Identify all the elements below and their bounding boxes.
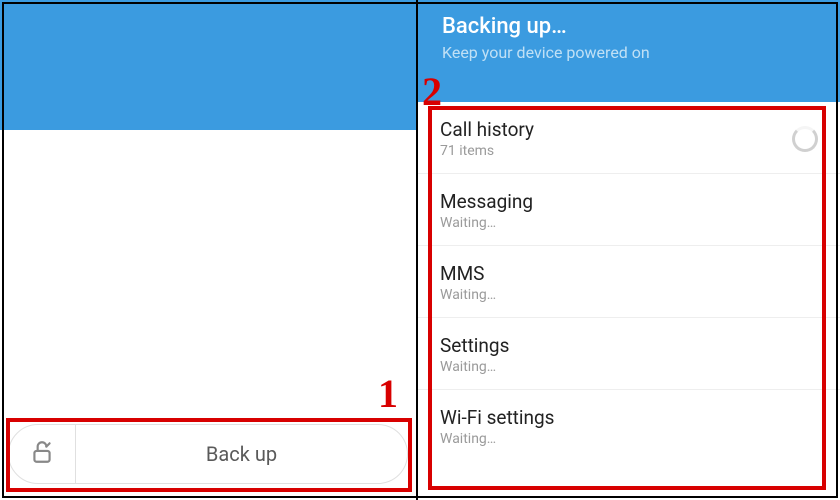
list-item-text: MMS Waiting… [440,262,496,303]
unlock-icon [29,439,55,469]
list-item-text: Wi-Fi settings Waiting… [440,406,554,447]
annotation-number-1: 1 [378,370,398,417]
backup-button[interactable]: Back up [76,424,408,484]
item-subtitle: Waiting… [440,215,533,231]
backup-subtitle: Keep your device powered on [442,43,816,62]
panel-step-2: Backing up… Keep your device powered on … [418,0,840,500]
backup-items-list: Call history 71 items Messaging Waiting…… [418,102,840,461]
backup-button-label: Back up [206,442,277,466]
list-item-text: Call history 71 items [440,118,534,159]
item-subtitle: Waiting… [440,431,554,447]
list-item-text: Settings Waiting… [440,334,509,375]
list-item[interactable]: Call history 71 items [418,102,840,174]
list-item[interactable]: Messaging Waiting… [418,174,840,246]
item-title: Settings [440,334,509,357]
header-left [0,0,416,130]
item-subtitle: Waiting… [440,359,509,375]
panels-container: Back up 1 Backing up… Keep your device p… [0,0,840,500]
item-subtitle: 71 items [440,143,534,159]
list-item[interactable]: Wi-Fi settings Waiting… [418,390,840,461]
item-title: Call history [440,118,534,141]
panel-step-1: Back up 1 [0,0,418,500]
list-item[interactable]: Settings Waiting… [418,318,840,390]
loading-spinner-icon [792,126,818,152]
backup-title: Backing up… [442,14,816,39]
lock-button[interactable] [8,424,76,484]
list-item[interactable]: MMS Waiting… [418,246,840,318]
item-title: Wi-Fi settings [440,406,554,429]
bottom-bar: Back up [0,416,416,500]
list-item-text: Messaging Waiting… [440,190,533,231]
header-right: Backing up… Keep your device powered on [418,0,840,102]
item-title: MMS [440,262,496,285]
item-subtitle: Waiting… [440,287,496,303]
item-title: Messaging [440,190,533,213]
